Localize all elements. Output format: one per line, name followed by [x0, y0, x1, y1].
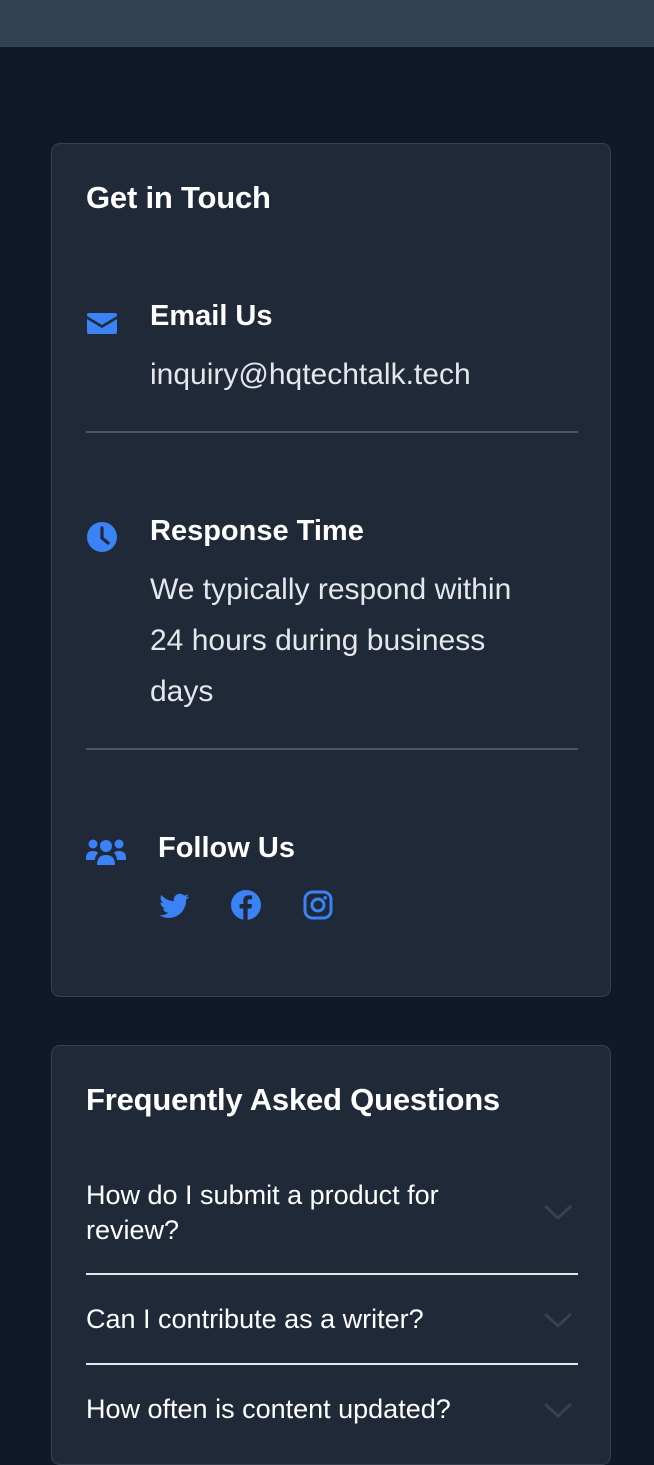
faq-question-line-2: review? [86, 1215, 180, 1245]
chevron-down-icon [542, 1400, 574, 1420]
contact-card-title: Get in Touch [86, 180, 271, 215]
follow-us-heading: Follow Us [158, 832, 295, 864]
faq-question-line-1: How do I submit a product for [86, 1180, 439, 1210]
faq-card-title: Frequently Asked Questions [86, 1082, 500, 1117]
twitter-icon[interactable] [158, 889, 190, 921]
faq-card: Frequently Asked Questions How do I subm… [51, 1045, 611, 1465]
faq-divider [86, 1363, 578, 1365]
top-navigation-bar [0, 0, 654, 47]
response-time-line-1: We typically respond within [150, 573, 512, 606]
email-address-link[interactable]: inquiry@hqtechtalk.tech [150, 349, 590, 400]
divider [86, 748, 578, 750]
email-heading: Email Us [150, 300, 273, 332]
response-time-line-2: 24 hours during business [150, 624, 486, 657]
envelope-icon [86, 307, 118, 339]
faq-question-line-1: Can I contribute as a writer? [86, 1304, 424, 1334]
contact-card: Get in Touch Email Us inquiry@hqtechtalk… [51, 143, 611, 997]
clock-icon [86, 521, 118, 553]
faq-item[interactable]: How often is content updated? [86, 1392, 578, 1428]
response-time-line-3: days [150, 675, 214, 708]
faq-item[interactable]: Can I contribute as a writer? [86, 1302, 578, 1338]
chevron-down-icon [542, 1310, 574, 1330]
facebook-icon[interactable] [230, 889, 262, 921]
faq-question-line-1: How often is content updated? [86, 1394, 451, 1424]
divider [86, 431, 578, 433]
instagram-icon[interactable] [302, 889, 334, 921]
faq-divider [86, 1273, 578, 1275]
users-icon [86, 836, 126, 868]
response-time-heading: Response Time [150, 515, 364, 547]
faq-item[interactable]: How do I submit a product for review? [86, 1178, 578, 1250]
chevron-down-icon [542, 1202, 574, 1222]
